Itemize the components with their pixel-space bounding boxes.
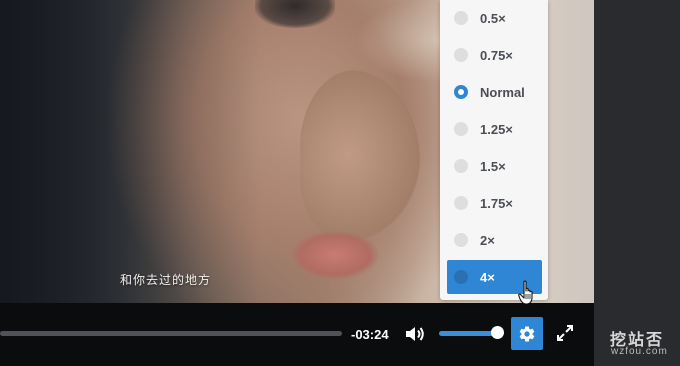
fullscreen-icon[interactable] xyxy=(555,323,575,343)
video-nose xyxy=(300,70,420,240)
speed-option-label: 1.75× xyxy=(480,195,513,211)
radio-icon xyxy=(454,270,468,284)
speed-option-1-25[interactable]: 1.25× xyxy=(447,112,542,146)
speed-option-label: 1.25× xyxy=(480,121,513,137)
radio-icon xyxy=(454,48,468,62)
radio-icon xyxy=(454,122,468,136)
speed-option-1-75[interactable]: 1.75× xyxy=(447,186,542,220)
speed-option-label: 1.5× xyxy=(480,158,506,174)
speed-option-label: 0.75× xyxy=(480,47,513,63)
speed-menu: 0.5× 0.75× Normal 1.25× 1.5× 1.75× 2× 4× xyxy=(440,0,548,300)
volume-slider-thumb[interactable] xyxy=(491,326,504,339)
speed-option-0-75[interactable]: 0.75× xyxy=(447,38,542,72)
watermark-panel xyxy=(594,0,680,366)
speed-option-0-5[interactable]: 0.5× xyxy=(447,1,542,35)
video-lips xyxy=(290,230,380,280)
speed-option-label: Normal xyxy=(480,84,525,100)
video-eye xyxy=(255,0,335,28)
speed-option-label: 0.5× xyxy=(480,10,506,26)
hand-cursor-icon xyxy=(518,280,533,305)
time-remaining: -03:24 xyxy=(351,327,389,342)
video-shadow xyxy=(0,0,260,303)
radio-icon xyxy=(454,196,468,210)
speed-option-label: 4× xyxy=(480,269,495,285)
speed-option-normal[interactable]: Normal xyxy=(447,75,542,109)
progress-bar[interactable] xyxy=(0,331,342,336)
speed-option-1-5[interactable]: 1.5× xyxy=(447,149,542,183)
settings-button[interactable] xyxy=(511,317,543,350)
volume-icon[interactable] xyxy=(404,324,426,344)
settings-gear-icon xyxy=(519,326,535,342)
control-bar: -03:24 xyxy=(0,303,594,366)
radio-selected-icon xyxy=(454,85,468,99)
watermark-url: wzfou.com xyxy=(611,346,668,357)
speed-option-2[interactable]: 2× xyxy=(447,223,542,257)
video-subtitle: 和你去过的地方 xyxy=(120,273,212,287)
radio-icon xyxy=(454,159,468,173)
radio-icon xyxy=(454,11,468,25)
speed-option-label: 2× xyxy=(480,232,495,248)
radio-icon xyxy=(454,233,468,247)
volume-slider[interactable] xyxy=(439,331,499,336)
